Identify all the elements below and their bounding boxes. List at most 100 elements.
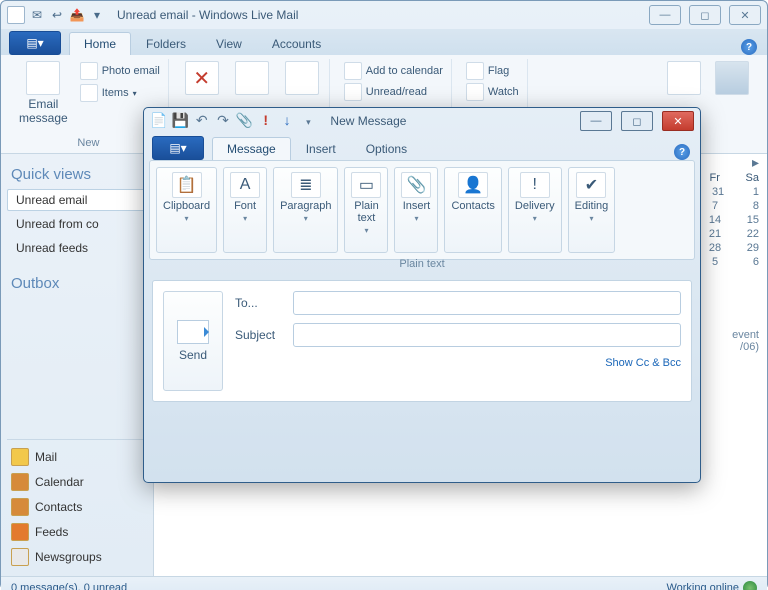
dlg-contacts-button[interactable]: 👤Contacts [444, 167, 501, 253]
statusbar: 0 message(s), 0 unread Working online [1, 576, 767, 590]
dlg-paragraph-button[interactable]: ≣Paragraph▾ [273, 167, 338, 253]
dlg-delivery-button[interactable]: !Delivery▾ [508, 167, 562, 253]
dlg-qat-attach-icon[interactable]: 📎 [235, 111, 253, 129]
show-cc-bcc-link[interactable]: Show Cc & Bcc [235, 357, 681, 369]
photo-email-button[interactable]: Photo email [78, 61, 162, 81]
dlg-qat-redo-icon[interactable]: ↷ [214, 111, 232, 129]
qat-send-icon[interactable]: 📤 [69, 7, 85, 23]
main-window: ✉ ↩ 📤 ▾ Unread email - Windows Live Mail… [0, 0, 768, 590]
feeds-icon [11, 523, 29, 541]
titlebar: ✉ ↩ 📤 ▾ Unread email - Windows Live Mail… [1, 1, 767, 29]
globe-icon [743, 581, 757, 590]
tab-home[interactable]: Home [69, 32, 131, 55]
offline-icon [667, 61, 701, 95]
send-button[interactable]: Send [163, 291, 223, 391]
maximize-button[interactable]: ◻ [689, 5, 721, 25]
dlg-close-button[interactable]: ✕ [662, 111, 694, 131]
envelope-icon [26, 61, 60, 95]
status-online: Working online [666, 582, 739, 590]
dlg-qat-save-icon[interactable]: 💾 [171, 111, 189, 129]
forward-icon [285, 61, 319, 95]
nav-feeds[interactable]: Feeds [7, 521, 147, 543]
main-tabs: ▤▾ Home Folders View Accounts ? [1, 29, 767, 55]
contacts-icon: 👤 [458, 172, 488, 198]
dlg-font-button[interactable]: AFont▾ [223, 167, 267, 253]
dlg-qat-priority-low-icon[interactable]: ↓ [278, 111, 296, 129]
add-calendar-button[interactable]: Add to calendar [342, 61, 445, 81]
calendar-icon [344, 62, 362, 80]
editing-icon: ✔ [576, 172, 606, 198]
reply-button[interactable] [231, 59, 273, 97]
dialog-ribbon: 📋Clipboard▾AFont▾≣Paragraph▾▭Plain text▾… [149, 160, 695, 260]
reply-icon [235, 61, 269, 95]
file-menu[interactable]: ▤▾ [9, 31, 61, 55]
email-message-button[interactable]: Email message [15, 59, 72, 127]
dlg-qat-new-icon[interactable]: 📄 [150, 111, 168, 129]
flag-button[interactable]: Flag [464, 61, 521, 81]
dlg-clipboard-button[interactable]: 📋Clipboard▾ [156, 167, 217, 253]
insert-icon: 📎 [401, 172, 431, 198]
envelope-open-icon [344, 83, 362, 101]
dlg-qat-undo-icon[interactable]: ↶ [193, 111, 211, 129]
send-icon [177, 320, 209, 344]
person-icon [715, 61, 749, 95]
sidebar-item-unread-email[interactable]: Unread email [7, 189, 147, 211]
forward-button[interactable] [281, 59, 323, 97]
dlg-qat-priority-high-icon[interactable]: ! [257, 111, 275, 129]
dialog-ribbon-group-label: Plain text [144, 258, 700, 270]
dlg-help-icon[interactable]: ? [674, 144, 690, 160]
photo-icon [80, 62, 98, 80]
sidebar-item-unread-contacts[interactable]: Unread from co [7, 213, 147, 235]
to-label[interactable]: To... [235, 296, 283, 310]
newsgroups-icon [11, 548, 29, 566]
quick-views-header: Quick views [11, 166, 147, 183]
help-icon[interactable]: ? [741, 39, 757, 55]
nav-calendar[interactable]: Calendar [7, 471, 147, 493]
to-field[interactable] [293, 291, 681, 315]
dlg-qat-dropdown-icon[interactable]: ▾ [299, 113, 317, 131]
delete-button[interactable]: ✕ [181, 59, 223, 97]
dialog-titlebar: 📄 💾 ↶ ↷ 📎 ! ↓ ▾ New Message — ◻ ✕ [144, 108, 700, 134]
tab-view[interactable]: View [201, 32, 257, 55]
dlg-editing-button[interactable]: ✔Editing▾ [568, 167, 616, 253]
items-button[interactable]: Items▾ [78, 83, 162, 103]
minimize-button[interactable]: — [649, 5, 681, 25]
qat-reply-icon[interactable]: ↩ [49, 7, 65, 23]
subject-field[interactable] [293, 323, 681, 347]
dlg-minimize-button[interactable]: — [580, 111, 612, 131]
unread-read-button[interactable]: Unread/read [342, 82, 445, 102]
group-new-label: New [15, 137, 162, 149]
window-title: Unread email - Windows Live Mail [117, 8, 298, 22]
dlg-tab-message[interactable]: Message [212, 137, 291, 160]
watch-icon [466, 83, 484, 101]
dialog-tabs: ▤▾ Message Insert Options ? [144, 134, 700, 160]
watch-button[interactable]: Watch [464, 82, 521, 102]
dlg-insert-button[interactable]: 📎Insert▾ [394, 167, 438, 253]
tab-folders[interactable]: Folders [131, 32, 201, 55]
subject-label: Subject [235, 328, 283, 342]
dlg-file-menu[interactable]: ▤▾ [152, 136, 204, 160]
qat-dropdown-icon[interactable]: ▾ [89, 7, 105, 23]
nav-mail[interactable]: Mail [7, 446, 147, 468]
qat-new-icon[interactable]: ✉ [29, 7, 45, 23]
delete-icon: ✕ [185, 61, 219, 95]
signin-button[interactable] [711, 59, 753, 149]
outbox-header[interactable]: Outbox [11, 275, 147, 292]
sidebar-item-unread-feeds[interactable]: Unread feeds [7, 237, 147, 259]
mail-icon [11, 448, 29, 466]
contacts-icon [11, 498, 29, 516]
dlg-tab-insert[interactable]: Insert [291, 137, 351, 160]
dlg-tab-options[interactable]: Options [351, 137, 422, 160]
dlg-maximize-button[interactable]: ◻ [621, 111, 653, 131]
paragraph-icon: ≣ [291, 172, 321, 198]
dlg-plaintext-button[interactable]: ▭Plain text▾ [344, 167, 388, 253]
tab-accounts[interactable]: Accounts [257, 32, 336, 55]
plaintext-icon: ▭ [351, 172, 381, 198]
delivery-icon: ! [520, 172, 550, 198]
close-button[interactable]: ✕ [729, 5, 761, 25]
font-icon: A [230, 172, 260, 198]
nav-contacts[interactable]: Contacts [7, 496, 147, 518]
nav-newsgroups[interactable]: Newsgroups [7, 546, 147, 568]
status-message-count: 0 message(s), 0 unread [11, 582, 127, 590]
compose-area: Send To... Subject Show Cc & Bcc [152, 280, 692, 402]
